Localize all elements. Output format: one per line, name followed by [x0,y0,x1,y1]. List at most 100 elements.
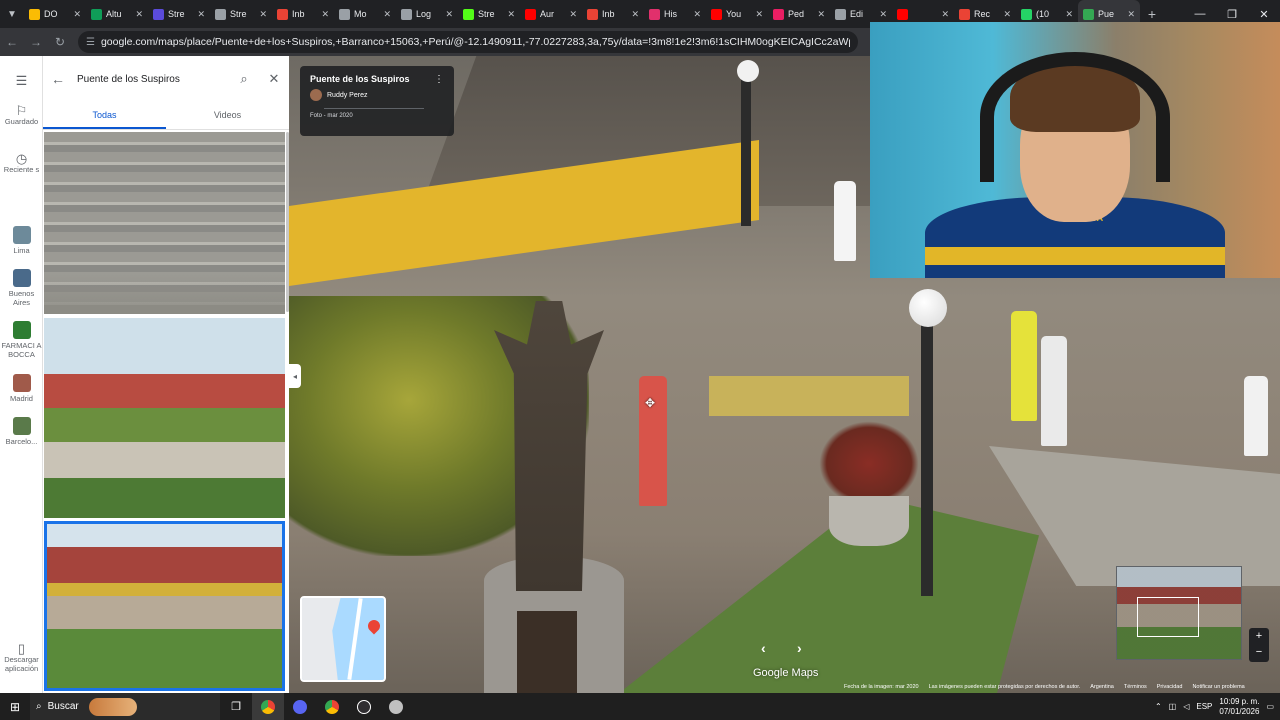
rail-item-madrid[interactable]: Madrid [0,374,43,403]
tab-close-icon[interactable]: ✕ [507,9,515,20]
chevron-left-icon[interactable]: ‹ [761,640,766,656]
browser-tab[interactable]: Log ✕ [396,0,458,28]
minimap[interactable] [300,596,386,682]
zoom-out-icon[interactable]: − [1249,644,1269,660]
rail-item-barcelona[interactable]: Barcelo... [0,417,43,446]
browser-tab[interactable]: Inb ✕ [582,0,644,28]
tab-favicon-icon [711,8,722,20]
tab-close-icon[interactable]: ✕ [383,9,391,20]
rail-item-buenos-aires[interactable]: Buenos Aires [0,269,43,307]
tab-close-icon[interactable]: ✕ [631,9,639,20]
chrome-taskbar-icon[interactable] [252,693,284,720]
new-tab-button[interactable]: + [1140,6,1164,22]
omnibox[interactable]: ☰ google.com/maps/place/Puente+de+los+Su… [78,31,858,53]
rail-item-download-app[interactable]: ▯ Descargar aplicación [0,642,43,673]
tab-close-icon[interactable]: ✕ [197,9,205,20]
tab-search-icon[interactable]: ▼ [0,0,24,28]
terms-link[interactable]: Términos [1124,684,1147,690]
tab-close-icon[interactable]: ✕ [693,9,701,20]
app-taskbar-icon[interactable] [380,693,412,720]
tab-close-icon[interactable]: ✕ [1127,9,1135,20]
browser-tab[interactable]: You ✕ [706,0,768,28]
tab-close-icon[interactable]: ✕ [879,9,887,20]
author-name[interactable]: Ruddy Perez [327,92,367,99]
collapse-panel-button[interactable]: ◂ [289,364,301,388]
chevron-right-icon[interactable]: › [797,640,802,656]
notifications-icon[interactable]: ▭ [1266,702,1274,711]
clock[interactable]: 10:09 p. m. 07/01/2026 [1219,697,1259,717]
browser-tab[interactable]: Stre ✕ [458,0,520,28]
privacy-link[interactable]: Privacidad [1157,684,1183,690]
tab-close-icon[interactable]: ✕ [445,9,453,20]
tab-close-icon[interactable]: ✕ [259,9,267,20]
more-vert-icon[interactable]: ⋮ [434,74,444,85]
browser-tab[interactable]: Mo ✕ [334,0,396,28]
discord-taskbar-icon[interactable] [284,693,316,720]
rail-item-lima[interactable]: Lima [0,226,43,255]
browser-tab[interactable]: Ped ✕ [768,0,830,28]
tab-close-icon[interactable]: ✕ [135,9,143,20]
photo-thumbnail[interactable] [44,318,285,518]
rail-item-recent[interactable]: ◷ Reciente s [0,151,43,174]
back-arrow-icon[interactable]: ← [43,71,73,87]
browser-tab[interactable]: Stre ✕ [148,0,210,28]
tab-close-icon[interactable]: ✕ [817,9,825,20]
tab-label: You [726,9,742,19]
back-icon[interactable]: ← [0,35,24,49]
browser-tab[interactable]: DO ✕ [24,0,86,28]
sv-planter [829,496,909,546]
photo-thumbnail-selected[interactable] [44,521,285,691]
tab-label: Altu [106,9,122,19]
browser-tab[interactable]: Aur ✕ [520,0,582,28]
taskbar-search[interactable]: ⌕ Buscar [30,693,220,720]
tab-close-icon[interactable]: ✕ [755,9,763,20]
chrome-profile-taskbar-icon[interactable] [316,693,348,720]
taskbar-search-placeholder: Buscar [47,701,79,712]
forward-icon[interactable]: → [24,35,48,49]
search-icon[interactable]: ⌕ [229,71,259,87]
tab-todas[interactable]: Todas [43,104,166,129]
close-icon[interactable]: ✕ [259,71,289,87]
street-view-thumbnail[interactable] [1116,566,1242,660]
author-row[interactable]: Ruddy Perez [310,89,444,101]
tab-close-icon[interactable]: ✕ [569,9,577,20]
country-link[interactable]: Argentina [1090,684,1114,690]
tab-close-icon[interactable]: ✕ [73,9,81,20]
tab-close-icon[interactable]: ✕ [321,9,329,20]
browser-tab[interactable]: Stre ✕ [210,0,272,28]
tab-favicon-icon [649,8,660,20]
tab-videos[interactable]: Videos [166,104,289,129]
reload-icon[interactable]: ↻ [48,35,72,49]
tab-close-icon[interactable]: ✕ [941,9,949,20]
place-title[interactable]: Puente de los Suspiros [310,74,444,84]
browser-tab[interactable]: Altu ✕ [86,0,148,28]
language-indicator[interactable]: ESP [1196,702,1212,711]
browser-tab[interactable]: Inb ✕ [272,0,334,28]
windows-start-icon[interactable]: ⊞ [0,700,30,714]
obs-taskbar-icon[interactable] [348,693,380,720]
tab-close-icon[interactable]: ✕ [1003,9,1011,20]
sv-person [1011,311,1037,421]
url-text[interactable]: google.com/maps/place/Puente+de+los+Susp… [101,36,850,48]
avatar [310,89,322,101]
photo-thumbnail[interactable] [44,132,285,314]
menu-icon[interactable]: ☰ [0,74,43,87]
tab-close-icon[interactable]: ✕ [1065,9,1073,20]
network-icon[interactable]: ◫ [1169,702,1177,711]
report-problem-link[interactable]: Notificar un problema [1192,684,1244,690]
search-highlight-image [88,697,137,716]
history-icon: ◷ [15,151,28,166]
sv-ramp [989,446,1280,586]
tab-favicon-icon [835,8,846,20]
tab-label: Rec [974,9,991,19]
tab-label: Edi [850,9,864,19]
task-view-icon[interactable]: ❐ [220,693,252,720]
site-info-icon[interactable]: ☰ [86,37,95,48]
browser-tab[interactable]: His ✕ [644,0,706,28]
chevron-up-icon[interactable]: ⌃ [1155,702,1162,711]
volume-icon[interactable]: ◁ [1183,702,1189,711]
zoom-in-icon[interactable]: + [1249,628,1269,644]
rail-item-saved[interactable]: ⚐ Guardado [0,104,43,126]
rail-item-farmacia[interactable]: FARMACI A BOCCA [0,321,43,359]
search-query[interactable]: Puente de los Suspiros [73,74,229,85]
